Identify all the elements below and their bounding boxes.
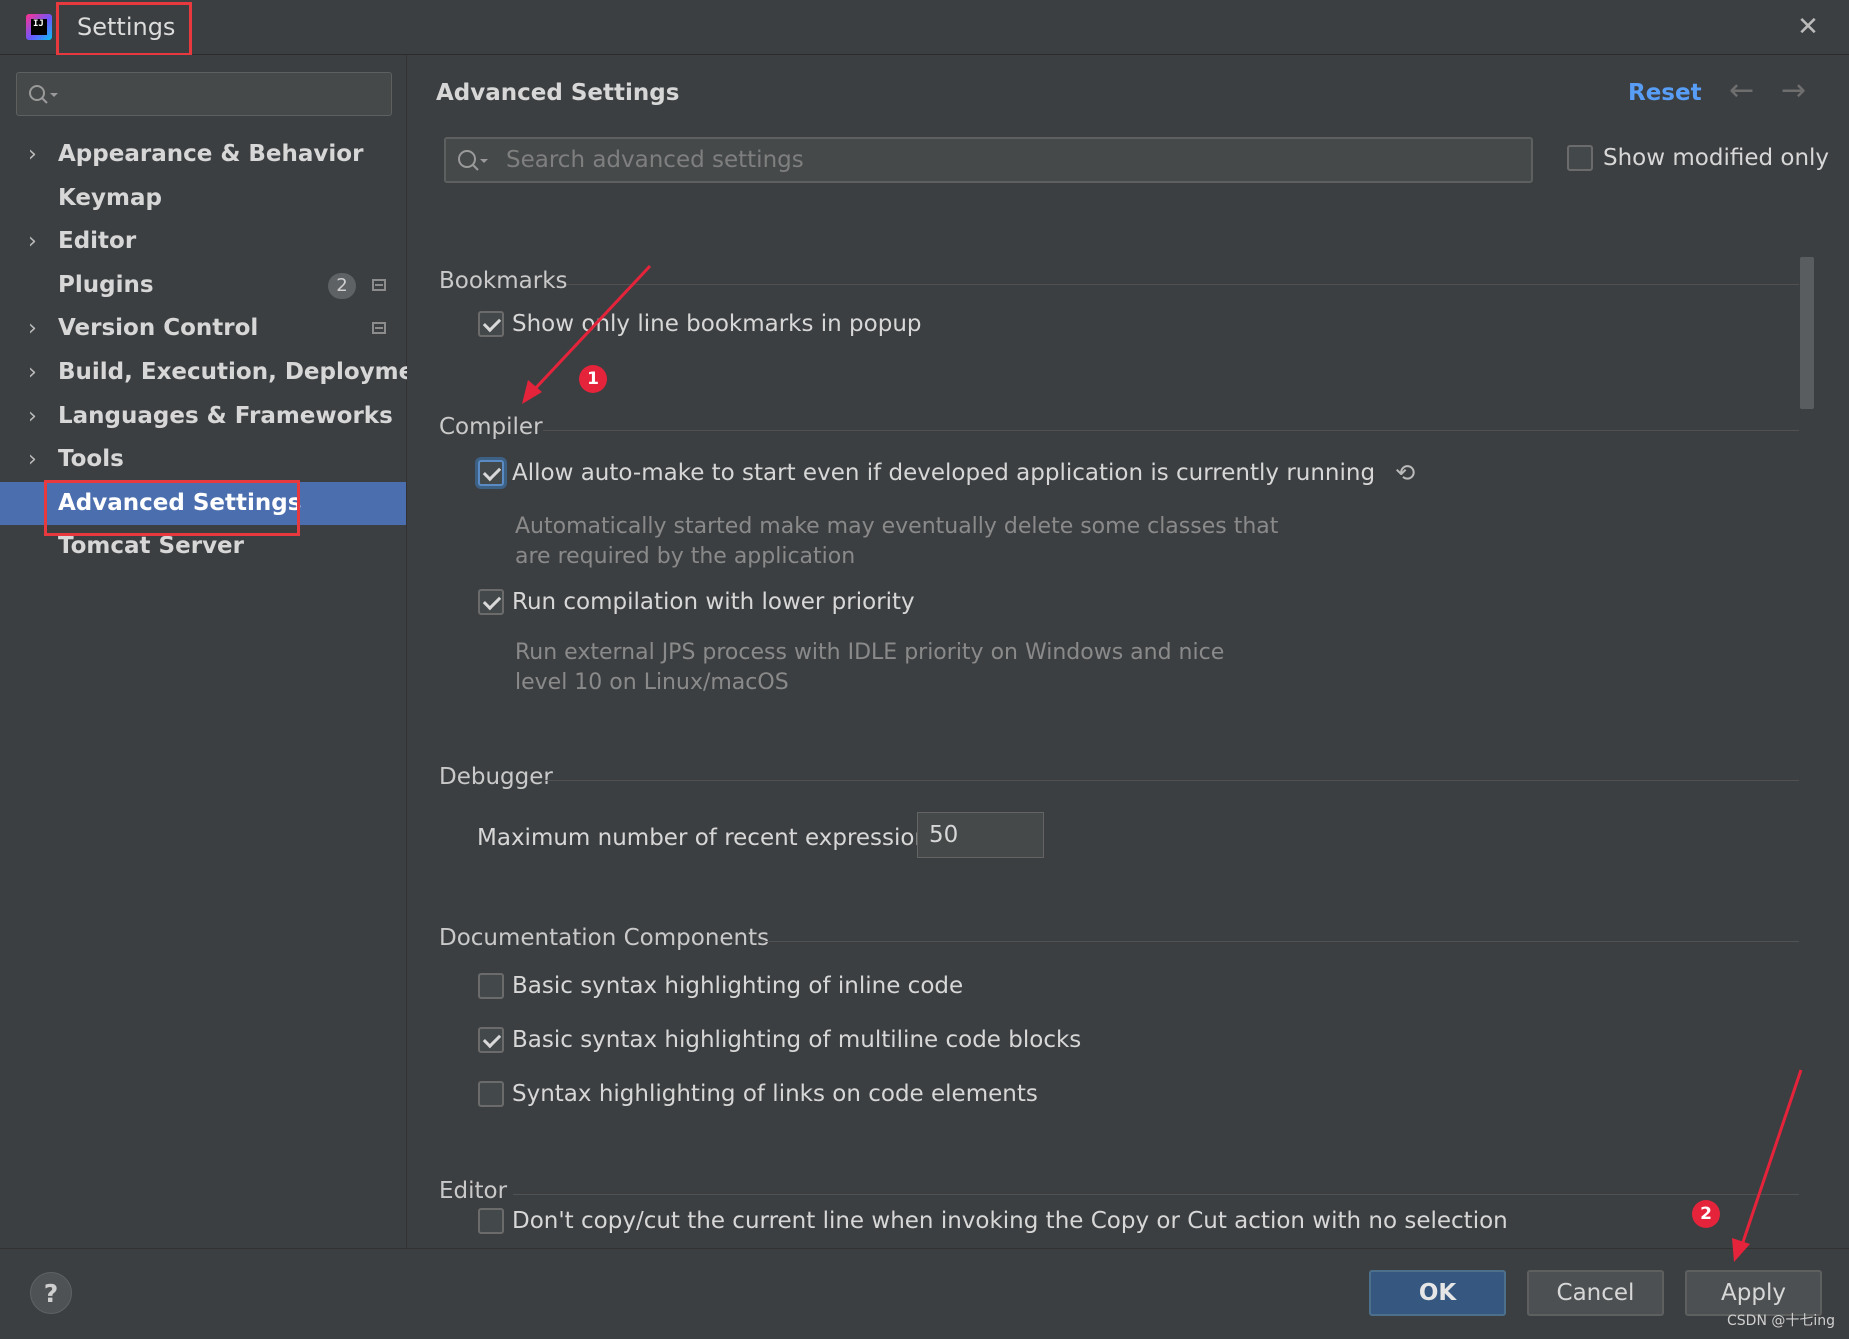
show-modified-checkbox[interactable]: Show modified only — [1567, 145, 1829, 175]
option-label: Allow auto-make to start even if develop… — [512, 460, 1376, 486]
search-icon — [29, 85, 58, 104]
option-label: Run compilation with lower priority — [512, 589, 915, 615]
dialog-footer: ? OK Cancel Apply — [0, 1248, 1849, 1339]
chevron-right-icon[interactable]: › — [28, 133, 46, 177]
annotation-marker-1: 1 — [579, 365, 607, 393]
reset-link[interactable]: Reset — [1628, 80, 1702, 106]
sidebar-item-appearance[interactable]: › Appearance & Behavior — [0, 133, 406, 177]
settings-content: Bookmarks Show only line bookmarks in po… — [407, 205, 1849, 1248]
sidebar-item-label: Advanced Settings — [58, 489, 302, 516]
sidebar-item-build[interactable]: › Build, Execution, Deployment — [0, 351, 442, 395]
back-arrow-icon[interactable]: ← — [1729, 73, 1754, 108]
field-label: Maximum number of recent expressions: — [477, 825, 949, 851]
sidebar-item-label: Plugins — [58, 271, 154, 298]
project-level-icon — [372, 278, 386, 291]
advanced-search-input[interactable]: Search advanced settings — [444, 137, 1533, 183]
checkbox[interactable] — [478, 1208, 504, 1234]
sidebar-item-label: Tools — [58, 446, 124, 473]
sidebar-item-editor[interactable]: › Editor — [0, 220, 406, 264]
divider — [567, 284, 1799, 285]
option-copy-cut-line[interactable]: Don't copy/cut the current line when inv… — [478, 1208, 1508, 1240]
section-compiler-title: Compiler — [439, 414, 543, 440]
divider — [763, 941, 1799, 942]
sidebar-item-label: Build, Execution, Deployment — [58, 358, 442, 385]
option-label: Syntax highlighting of links on code ele… — [512, 1081, 1038, 1107]
option-label: Don't copy/cut the current line when inv… — [512, 1208, 1508, 1234]
checkbox-label: Show modified only — [1603, 145, 1830, 171]
updates-badge: 2 — [328, 272, 356, 299]
sidebar-item-label: Tomcat Server — [58, 533, 244, 560]
option-label: Show only line bookmarks in popup — [512, 311, 922, 337]
sidebar-item-label: Languages & Frameworks — [58, 402, 393, 429]
checkbox[interactable] — [478, 1081, 504, 1107]
checkbox[interactable] — [478, 973, 504, 999]
option-multiline-code[interactable]: Basic syntax highlighting of multiline c… — [478, 1027, 1081, 1059]
recent-expressions-input[interactable]: 50 — [917, 812, 1044, 858]
checkbox[interactable] — [478, 311, 504, 337]
logo-text: IJ — [31, 19, 47, 35]
title-bar: IJ Settings ✕ — [0, 0, 1849, 55]
sidebar-item-tools[interactable]: › Tools — [0, 438, 406, 482]
window-title: Settings — [77, 13, 176, 41]
chevron-right-icon[interactable]: › — [28, 351, 46, 395]
chevron-right-icon[interactable]: › — [28, 307, 46, 351]
annotation-marker-2: 2 — [1692, 1200, 1720, 1228]
sidebar-item-plugins[interactable]: Plugins 2 — [0, 264, 406, 308]
option-description: Run external JPS process with IDLE prior… — [515, 638, 1224, 698]
close-button[interactable]: ✕ — [1793, 12, 1823, 42]
main-panel: Advanced Settings Reset ← → Search advan… — [407, 55, 1849, 1248]
option-links-highlighting[interactable]: Syntax highlighting of links on code ele… — [478, 1081, 1038, 1113]
section-debugger-title: Debugger — [439, 764, 553, 790]
divider — [513, 1194, 1799, 1195]
ok-button[interactable]: OK — [1369, 1270, 1506, 1316]
description-line: level 10 on Linux/macOS — [515, 670, 789, 695]
section-editor-title: Editor — [439, 1178, 508, 1204]
chevron-right-icon[interactable]: › — [28, 220, 46, 264]
option-lower-priority[interactable]: Run compilation with lower priority — [478, 589, 915, 621]
search-placeholder: Search advanced settings — [506, 147, 804, 173]
scrollbar[interactable] — [1800, 205, 1814, 1248]
sidebar-item-advanced-settings[interactable]: Advanced Settings — [0, 481, 406, 526]
description-line: Run external JPS process with IDLE prior… — [515, 640, 1225, 665]
intellij-logo-icon: IJ — [26, 14, 52, 40]
description-line: Automatically started make may eventuall… — [515, 514, 1279, 539]
project-level-icon — [372, 322, 386, 335]
option-bookmarks-popup[interactable]: Show only line bookmarks in popup — [478, 311, 922, 343]
option-inline-code[interactable]: Basic syntax highlighting of inline code — [478, 973, 963, 1005]
section-bookmarks-title: Bookmarks — [439, 268, 568, 294]
sidebar-item-label: Version Control — [58, 315, 259, 342]
checkbox[interactable] — [478, 460, 504, 486]
option-label: Basic syntax highlighting of inline code — [512, 973, 964, 999]
forward-arrow-icon[interactable]: → — [1781, 73, 1806, 108]
divider — [543, 430, 1799, 431]
settings-sidebar: › Appearance & Behavior Keymap › Editor … — [0, 55, 442, 1248]
page-title: Advanced Settings — [436, 80, 680, 106]
option-label: Basic syntax highlighting of multiline c… — [512, 1027, 1082, 1053]
checkbox[interactable] — [1567, 145, 1593, 171]
sidebar-item-tomcat[interactable]: Tomcat Server — [0, 525, 406, 569]
checkbox[interactable] — [478, 589, 504, 615]
chevron-right-icon[interactable]: › — [28, 438, 46, 482]
cancel-button[interactable]: Cancel — [1527, 1270, 1664, 1316]
sidebar-item-label: Appearance & Behavior — [58, 141, 364, 167]
undo-icon[interactable]: ⟲ — [1395, 459, 1415, 487]
settings-nav: › Appearance & Behavior Keymap › Editor … — [0, 133, 442, 569]
search-icon — [458, 150, 488, 171]
description-line: are required by the application — [515, 544, 856, 569]
watermark: CSDN @十七ing — [1727, 1313, 1836, 1329]
sidebar-item-languages[interactable]: › Languages & Frameworks — [0, 395, 406, 439]
sidebar-item-version-control[interactable]: › Version Control — [0, 307, 406, 351]
chevron-right-icon[interactable]: › — [28, 395, 46, 439]
sidebar-item-label: Editor — [58, 228, 137, 255]
sidebar-item-label: Keymap — [58, 184, 162, 211]
section-documentation-title: Documentation Components — [439, 925, 770, 951]
option-description: Automatically started make may eventuall… — [515, 512, 1278, 572]
scrollbar-thumb[interactable] — [1800, 257, 1814, 409]
help-button[interactable]: ? — [30, 1272, 72, 1314]
checkbox[interactable] — [478, 1027, 504, 1053]
sidebar-item-keymap[interactable]: Keymap — [0, 177, 406, 221]
option-auto-make[interactable]: Allow auto-make to start even if develop… — [478, 459, 1415, 491]
divider — [545, 780, 1799, 781]
sidebar-search-input[interactable] — [16, 72, 392, 116]
